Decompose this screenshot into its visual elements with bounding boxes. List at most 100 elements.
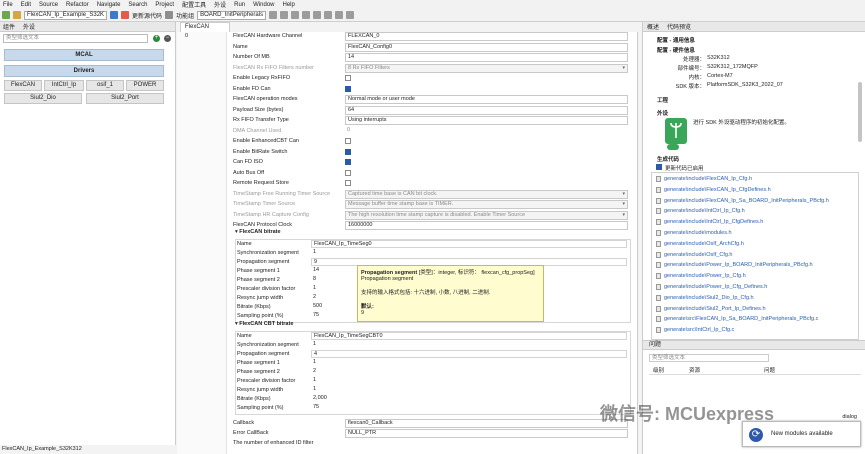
col-issue[interactable]: 问题 xyxy=(764,366,775,374)
field-checkbox[interactable] xyxy=(345,159,351,165)
generated-file-link[interactable]: generate\include\Siul2_Port_Ip_Defines.h xyxy=(664,306,766,312)
driver-flexcan[interactable]: FlexCAN xyxy=(4,80,42,91)
menu-item-3[interactable]: Refactor xyxy=(66,2,89,8)
generated-file-link[interactable]: generate\src\IntCtrl_Ip_Cfg.c xyxy=(664,327,734,333)
dropdown-arrow-icon[interactable]: ▾ xyxy=(622,212,625,219)
function-group-icon[interactable] xyxy=(165,11,174,19)
menu-item-9[interactable]: Run xyxy=(234,2,245,8)
generated-file-link[interactable]: generate\include\IntCtrl_Ip_CfgDefines.h xyxy=(664,219,763,225)
generated-file-link[interactable]: generate\include\Power_Ip_Cfg.h xyxy=(664,273,746,279)
field-checkbox[interactable] xyxy=(345,138,351,144)
menu-item-4[interactable]: Navigate xyxy=(97,2,121,8)
menu-item-7[interactable]: 配置工具 xyxy=(182,0,206,9)
toolbar-icon-3[interactable] xyxy=(291,11,300,19)
project-combo[interactable]: FlexCAN_Ip_Example_S32K xyxy=(24,10,108,20)
new-icon[interactable] xyxy=(2,11,10,19)
driver-siul2-dio[interactable]: Siul2_Dio xyxy=(4,93,82,104)
toolbar-icon-1[interactable] xyxy=(269,11,278,19)
param-value[interactable]: 1 xyxy=(311,377,627,385)
tab-problems[interactable]: 问题 xyxy=(643,341,865,350)
param-value[interactable]: 1 xyxy=(311,386,627,394)
update-code-label[interactable]: 更新源代码 xyxy=(132,11,162,20)
field-value[interactable]: FlexCAN_Config0 xyxy=(345,42,628,52)
generated-file-link[interactable]: generate\include\IntCtrl_Ip_Cfg.h xyxy=(664,208,745,214)
param-value[interactable]: FlexCAN_Ip_TimeSeg0 xyxy=(311,240,627,248)
toolbar-icon-2[interactable] xyxy=(280,11,289,19)
toolbar-icon-6[interactable] xyxy=(324,11,333,19)
toolbar-icon-5[interactable] xyxy=(313,11,322,19)
peripheral-toggle[interactable] xyxy=(667,144,679,150)
generated-file-link[interactable]: generate\include\OsIf_ArchCfg.h xyxy=(664,241,744,247)
menu-item-10[interactable]: Window xyxy=(253,2,274,8)
generated-file-link[interactable]: generate\include\FlexCAN_Ip_CfgDefines.h xyxy=(664,187,771,193)
field-checkbox[interactable] xyxy=(345,85,351,92)
save-icon[interactable] xyxy=(13,11,21,19)
menu-item-11[interactable]: Help xyxy=(283,2,295,8)
col-level[interactable]: 级别 xyxy=(653,366,664,374)
add-component-icon[interactable]: + xyxy=(153,35,160,42)
field-value[interactable]: 64 xyxy=(345,105,628,115)
toolbar-icon-4[interactable] xyxy=(302,11,311,19)
function-group-combo[interactable]: BOARD_InitPeripherals xyxy=(197,10,267,20)
generated-file-link[interactable]: generate\include\FlexCAN_Ip_Sa_BOARD_Ini… xyxy=(664,198,829,204)
param-value[interactable]: 4 xyxy=(311,350,627,358)
toolbar-icon-7[interactable] xyxy=(335,11,344,19)
param-value[interactable]: 1 xyxy=(311,249,627,257)
generated-file-link[interactable]: generate\src\FlexCAN_Ip_Sa_BOARD_InitPer… xyxy=(664,316,818,322)
bitrate-header[interactable]: ▾ FlexCAN bitrate xyxy=(231,229,631,238)
section-drivers[interactable]: Drivers xyxy=(4,65,164,77)
gen-code-checkbox[interactable] xyxy=(656,164,662,170)
tab-overview[interactable]: 概述 xyxy=(647,22,659,31)
cfg-hw-head[interactable]: 配置 - 硬件信息 xyxy=(657,46,695,54)
field-checkbox[interactable] xyxy=(345,180,351,186)
field-value[interactable]: NULL_PTR xyxy=(345,429,628,438)
field-value[interactable]: flexcan0_Callback xyxy=(345,419,628,428)
problems-filter-input[interactable]: 类型筛选文本 xyxy=(649,354,769,362)
param-value[interactable]: FlexCAN_Ip_TimeSegCBT0 xyxy=(311,332,627,340)
tab-code-preview[interactable]: 代码预览 xyxy=(667,22,691,31)
field-value[interactable]: Normal mode or user mode xyxy=(345,95,628,104)
tab-peripherals[interactable]: 外设 xyxy=(23,22,35,31)
menu-item-2[interactable]: Source xyxy=(39,2,58,8)
field-checkbox[interactable] xyxy=(345,148,351,155)
cbt-header[interactable]: ▾ FlexCAN CBT bitrate xyxy=(231,321,631,330)
param-value[interactable]: 2,000 xyxy=(311,395,627,403)
tab-flexcan[interactable]: FlexCAN xyxy=(180,22,230,32)
toolbar-icon-8[interactable] xyxy=(346,11,355,19)
generated-file-link[interactable]: generate\include\Power_Ip_BOARD_InitPeri… xyxy=(664,262,813,268)
project-head[interactable]: 工程 xyxy=(657,96,668,104)
collapse-icon[interactable]: − xyxy=(164,35,171,42)
config-icon[interactable] xyxy=(110,11,119,19)
driver-power[interactable]: POWER xyxy=(126,80,164,91)
generated-file-link[interactable]: generate\include\modules.h xyxy=(664,230,732,236)
dropdown-arrow-icon[interactable]: ▾ xyxy=(622,65,625,72)
field-checkbox[interactable] xyxy=(345,169,351,176)
generated-file-link[interactable]: generate\include\OsIf_Cfg.h xyxy=(664,252,733,258)
section-mcal[interactable]: MCAL xyxy=(4,49,164,61)
tab-components[interactable]: 组件 xyxy=(3,22,15,31)
new-modules-notification[interactable]: dialog ⟳ New modules available xyxy=(742,414,861,447)
component-filter-input[interactable]: 类型筛选文本 xyxy=(3,34,148,43)
menu-item-6[interactable]: Project xyxy=(155,2,174,8)
overview-scrollbar[interactable] xyxy=(858,82,862,142)
field-value[interactable] xyxy=(345,439,628,448)
driver-siul2-port[interactable]: Siul2_Port xyxy=(86,93,164,104)
menu-item-5[interactable]: Search xyxy=(128,2,147,8)
param-value[interactable]: 2 xyxy=(311,368,627,376)
peripheral-head[interactable]: 外设 xyxy=(657,109,668,117)
generated-file-link[interactable]: generate\include\FlexCAN_Ip_Cfg.h xyxy=(664,176,752,182)
generated-file-link[interactable]: generate\include\Siul2_Dio_Ip_Cfg.h xyxy=(664,295,754,301)
field-value[interactable]: FLEXCAN_0 xyxy=(345,32,628,41)
menu-item-8[interactable]: 外设 xyxy=(214,0,226,9)
gen-code-head[interactable]: 生成代码 xyxy=(657,155,679,163)
cfg-general-head[interactable]: 配置 - 通用信息 xyxy=(657,36,695,44)
dropdown-arrow-icon[interactable]: ▾ xyxy=(622,201,625,208)
dropdown-arrow-icon[interactable]: ▾ xyxy=(622,191,625,198)
field-value[interactable]: 14 xyxy=(345,53,628,62)
update-code-icon[interactable] xyxy=(121,11,130,19)
menu-item-0[interactable]: File xyxy=(3,2,13,8)
field-value[interactable]: Using interrupts xyxy=(345,116,628,125)
driver-osif[interactable]: osif_1 xyxy=(86,80,124,91)
field-checkbox[interactable] xyxy=(345,75,351,81)
param-value[interactable]: 1 xyxy=(311,341,627,349)
